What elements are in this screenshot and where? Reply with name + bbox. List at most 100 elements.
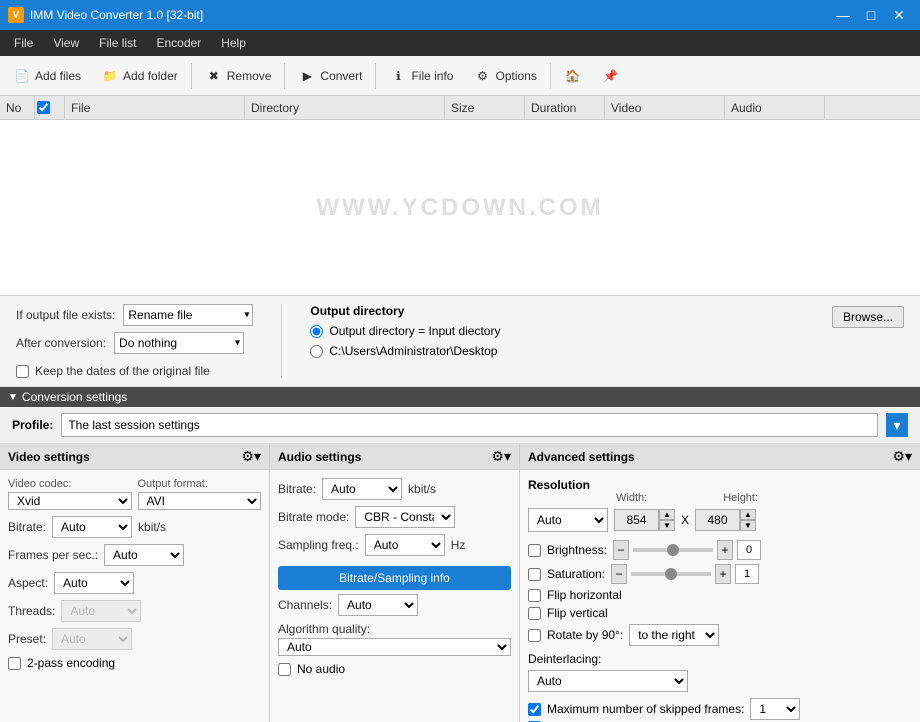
saturation-minus[interactable]: − — [611, 564, 627, 584]
channels-row: Channels: Auto — [278, 594, 511, 616]
menu-encoder[interactable]: Encoder — [146, 32, 211, 54]
conversion-settings-title: Conversion settings — [22, 390, 127, 404]
add-folder-button[interactable]: 📁 Add folder — [92, 62, 187, 90]
resolution-row: Auto ▲ ▼ X ▲ ▼ — [528, 508, 912, 532]
preset-row: Preset: Auto — [8, 628, 261, 650]
menu-view[interactable]: View — [43, 32, 89, 54]
preset-select[interactable]: Auto — [52, 628, 132, 650]
aspect-select[interactable]: Auto — [54, 572, 134, 594]
adv-panel-title: Advanced settings — [528, 450, 635, 464]
codec-label: Video codec: — [8, 478, 132, 490]
minimize-button[interactable]: — — [830, 5, 856, 25]
toolbar-separator-4 — [550, 63, 551, 89]
brightness-checkbox[interactable] — [528, 544, 541, 557]
width-spin-buttons: ▲ ▼ — [659, 509, 675, 531]
close-button[interactable]: ✕ — [886, 5, 912, 25]
quality-row: Algorithm quality: Auto — [278, 622, 511, 656]
keep-dates-label: Keep the dates of the original file — [35, 364, 210, 378]
brightness-plus[interactable]: + — [717, 540, 733, 560]
resolution-title: Resolution — [528, 478, 590, 492]
brightness-slider[interactable] — [633, 548, 713, 552]
bitrate-unit: kbit/s — [138, 520, 166, 534]
menu-help[interactable]: Help — [211, 32, 256, 54]
options-button[interactable]: ⚙ Options — [464, 62, 545, 90]
deinterlacing-select[interactable]: Auto — [528, 670, 688, 692]
keep-dates-checkbox[interactable] — [16, 365, 29, 378]
col-file: File — [65, 96, 245, 119]
flip-h-label: Flip horizontal — [547, 588, 622, 602]
adv-gear-button[interactable]: ⚙▾ — [892, 448, 912, 465]
home-button[interactable]: 🏠 — [555, 62, 591, 90]
max-skip-select[interactable]: 1 2 5 — [750, 698, 800, 720]
col-video: Video — [605, 96, 725, 119]
sampling-unit: Hz — [451, 538, 466, 552]
select-all-checkbox[interactable] — [37, 101, 50, 114]
bitrate-mode-select[interactable]: CBR - Constant — [355, 506, 455, 528]
brightness-row: Brightness: − + 0 — [528, 540, 912, 560]
toolbar-separator-2 — [284, 63, 285, 89]
video-gear-button[interactable]: ⚙▾ — [241, 448, 261, 465]
output-radio-1[interactable] — [310, 325, 323, 338]
twopass-checkbox[interactable] — [8, 657, 21, 670]
flip-v-checkbox[interactable] — [528, 607, 541, 620]
resolution-select[interactable]: Auto — [528, 508, 608, 532]
settings-right: Output directory Output directory = Inpu… — [310, 304, 904, 358]
height-spin-up[interactable]: ▲ — [740, 509, 756, 520]
output-option-1-label: Output directory = Input diectory — [329, 324, 500, 338]
no-audio-label: No audio — [297, 662, 345, 676]
saturation-slider-row: − + 1 — [611, 564, 759, 584]
remove-button[interactable]: ✖ Remove — [196, 62, 281, 90]
output-radio-2[interactable] — [310, 345, 323, 358]
flip-h-checkbox[interactable] — [528, 589, 541, 602]
flip-v-row: Flip vertical — [528, 606, 912, 620]
width-spin-down[interactable]: ▼ — [659, 520, 675, 531]
codec-select[interactable]: Xvid — [8, 492, 132, 510]
after-conversion-select-wrapper: Do nothing Shutdown Hibernate — [114, 332, 244, 354]
file-info-button[interactable]: ℹ File info — [380, 62, 462, 90]
threads-select[interactable]: Auto — [61, 600, 141, 622]
format-select[interactable]: AVI — [138, 492, 262, 510]
brightness-minus[interactable]: − — [613, 540, 629, 560]
sampling-row: Sampling freq.: Auto Hz — [278, 534, 511, 556]
saturation-checkbox[interactable] — [528, 568, 541, 581]
settings-left: If output file exists: Rename file Overw… — [16, 304, 253, 378]
width-input[interactable] — [614, 509, 659, 531]
brightness-value: 0 — [737, 540, 761, 560]
height-input[interactable] — [695, 509, 740, 531]
add-files-button[interactable]: 📄 Add files — [4, 62, 90, 90]
width-spin-up[interactable]: ▲ — [659, 509, 675, 520]
audio-bitrate-select[interactable]: Auto — [322, 478, 402, 500]
menu-file[interactable]: File — [4, 32, 43, 54]
fps-select[interactable]: Auto — [104, 544, 184, 566]
bitrate-row: Bitrate: Auto kbit/s — [8, 516, 261, 538]
convert-button[interactable]: ▶ Convert — [289, 62, 371, 90]
bitrate-select[interactable]: Auto — [52, 516, 132, 538]
toolbar: 📄 Add files 📁 Add folder ✖ Remove ▶ Conv… — [0, 56, 920, 96]
height-spin-down[interactable]: ▼ — [740, 520, 756, 531]
browse-button[interactable]: Browse... — [832, 306, 904, 328]
saturation-slider[interactable] — [631, 572, 711, 576]
sampling-select[interactable]: Auto — [365, 534, 445, 556]
height-spinbox: ▲ ▼ — [695, 509, 756, 531]
pin-button[interactable]: 📌 — [593, 62, 629, 90]
rotate-checkbox[interactable] — [528, 629, 541, 642]
maximize-button[interactable]: □ — [858, 5, 884, 25]
audio-gear-button[interactable]: ⚙▾ — [491, 448, 511, 465]
remove-label: Remove — [227, 69, 272, 83]
saturation-plus[interactable]: + — [715, 564, 731, 584]
profile-input[interactable] — [61, 413, 878, 437]
channels-select[interactable]: Auto — [338, 594, 418, 616]
max-skip-checkbox[interactable] — [528, 703, 541, 716]
bitrate-info-button[interactable]: Bitrate/Sampling info — [278, 566, 511, 590]
quality-select[interactable]: Auto — [278, 638, 511, 656]
menu-filelist[interactable]: File list — [89, 32, 146, 54]
rotate-direction-select[interactable]: to the right to the left — [629, 624, 719, 646]
output-exists-field: If output file exists: Rename file Overw… — [16, 304, 253, 326]
format-label: Output format: — [138, 478, 262, 490]
output-exists-select-wrapper: Rename file Overwrite Skip — [123, 304, 253, 326]
output-exists-select[interactable]: Rename file Overwrite Skip — [123, 304, 253, 326]
no-audio-checkbox[interactable] — [278, 663, 291, 676]
threads-row: Threads: Auto — [8, 600, 261, 622]
profile-dropdown-button[interactable]: ▾ — [886, 413, 908, 437]
after-conversion-select[interactable]: Do nothing Shutdown Hibernate — [114, 332, 244, 354]
